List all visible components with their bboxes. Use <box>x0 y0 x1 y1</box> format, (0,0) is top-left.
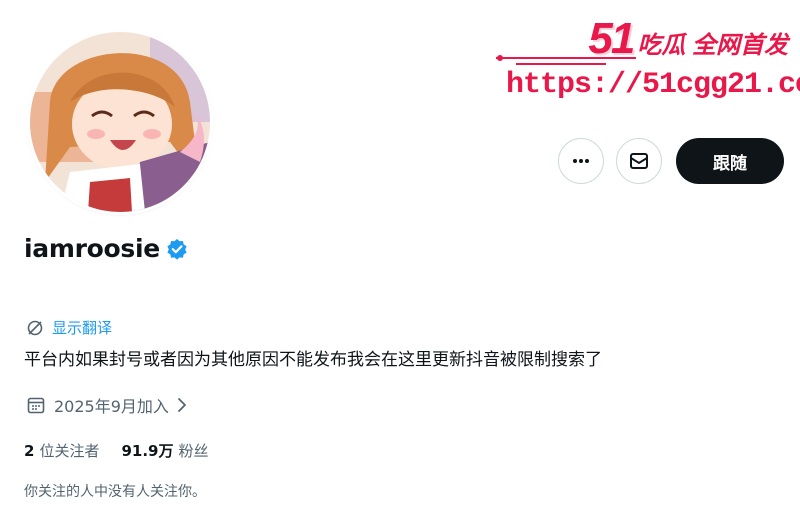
profile-name-row: iamroosie <box>24 234 188 263</box>
profile-bio: 平台内如果封号或者因为其他原因不能发布我会在这里更新抖音被限制搜索了 <box>24 350 602 370</box>
envelope-icon <box>630 153 648 169</box>
more-button[interactable] <box>558 138 604 184</box>
chevron-right-icon <box>175 397 189 413</box>
translate-icon <box>27 320 43 335</box>
show-translation-label: 显示翻译 <box>52 319 113 337</box>
following-count: 2 <box>24 442 35 460</box>
watermark-lines <box>496 55 636 65</box>
verified-badge-icon[interactable] <box>166 238 188 260</box>
watermark-url: https://51cgg21.com <box>506 68 800 102</box>
followed-by-note: 你关注的人中没有人关注你。 <box>24 484 206 500</box>
more-dots-icon <box>573 159 589 163</box>
follow-button[interactable]: 跟随 <box>676 138 784 184</box>
profile-display-name: iamroosie <box>24 234 160 263</box>
profile-avatar[interactable] <box>30 32 210 212</box>
following-stat[interactable]: 2 位关注者 <box>24 440 99 461</box>
joined-date-label: 2025年9月加入 <box>54 397 169 416</box>
message-button[interactable] <box>616 138 662 184</box>
show-translation-link[interactable]: 显示翻译 <box>26 317 112 338</box>
followers-stat[interactable]: 91.9万 粉丝 <box>121 440 208 461</box>
following-label: 位关注者 <box>39 442 100 460</box>
followers-count: 91.9万 <box>121 442 174 460</box>
avatar-illustration <box>30 32 210 212</box>
watermark: 51 吃瓜 全网首发 https://51cgg21.com <box>496 8 800 108</box>
followers-label: 粉丝 <box>178 442 209 460</box>
profile-stats: 2 位关注者 91.9万 粉丝 <box>24 440 230 461</box>
joined-date[interactable]: 2025年9月加入 <box>26 393 189 417</box>
calendar-icon <box>26 395 46 415</box>
